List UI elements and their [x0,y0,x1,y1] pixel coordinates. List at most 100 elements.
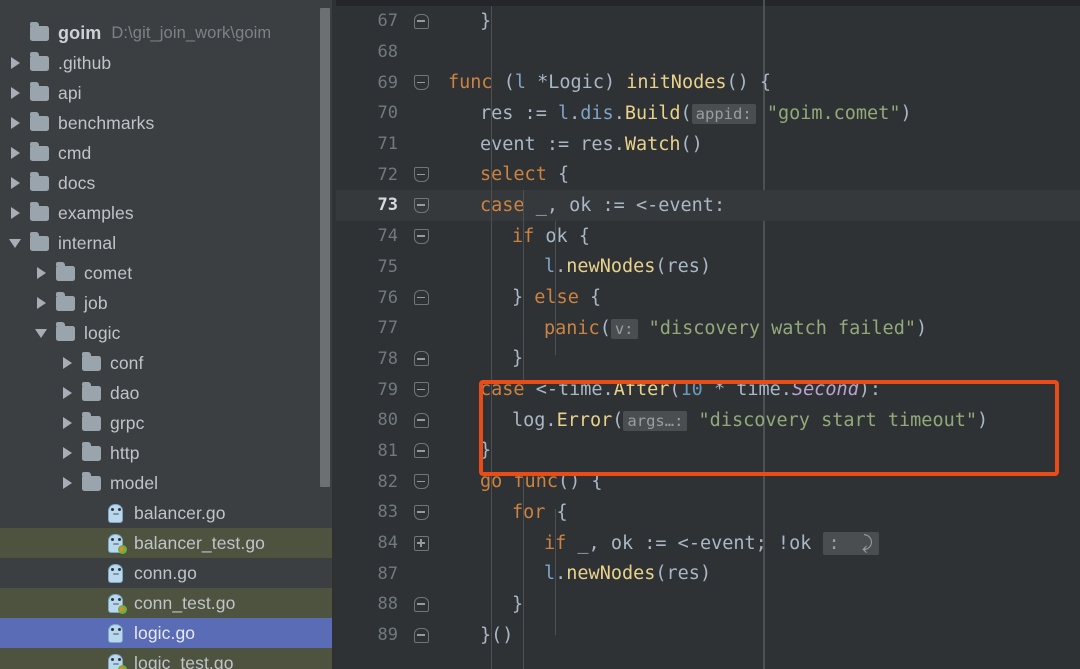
sidebar-scrollbar-thumb[interactable] [320,8,330,487]
fold-expand-icon[interactable] [402,535,440,551]
code-line[interactable]: 88} [336,589,1080,620]
tree-file-row[interactable]: conn_test.go [0,588,336,618]
tree-folder-row[interactable]: internal [0,228,336,258]
code-line[interactable]: 80 log.Error(args…: "discovery start time… [336,405,1080,436]
go-file-icon [102,503,128,523]
code-line[interactable]: 73 case _, ok := <-event: [336,190,1080,221]
tree-folder-row[interactable]: job [0,288,336,318]
fold-collapse-icon[interactable] [402,13,440,29]
code-line[interactable]: 71 event := res.Watch() [336,129,1080,160]
tree-folder-row[interactable]: dao [0,378,336,408]
code-line[interactable]: 72 select { [336,159,1080,190]
code-line[interactable]: 82 go func() { [336,466,1080,497]
chevron-right-icon[interactable] [30,267,52,279]
chevron-right-icon[interactable] [4,57,26,69]
code-line[interactable]: 79 case <-time.After(10 * time.Second): [336,374,1080,405]
sidebar-scrollbar-track[interactable] [320,0,330,669]
code-line[interactable]: 69 func (l *Logic) initNodes() { [336,67,1080,98]
line-number: 89 [377,625,398,646]
fold-collapse-icon[interactable] [402,596,440,612]
fold-collapse-icon[interactable] [402,228,440,244]
tree-folder-row[interactable]: cmd [0,138,336,168]
tree-folder-row[interactable]: examples [0,198,336,228]
tree-folder-row[interactable]: benchmarks [0,108,336,138]
code-token: res [666,256,700,278]
code-text: case <-time.After(10 * time.Second): [444,379,881,400]
tree-file-row[interactable]: logic_test.go [0,648,336,669]
chevron-right-icon[interactable] [4,207,26,219]
chevron-right-icon[interactable] [4,87,26,99]
tree-folder-row[interactable]: model [0,468,336,498]
tree-row-label: examples [58,202,134,223]
code-line[interactable]: 89}() [336,620,1080,651]
code-line[interactable]: 70 res := l.dis.Build(appid: "goim.comet"… [336,98,1080,129]
tree-file-row[interactable]: conn.go [0,558,336,588]
tree-folder-row[interactable]: comet [0,258,336,288]
fold-collapse-icon[interactable] [402,75,440,91]
tree-folder-row[interactable]: .github [0,48,336,78]
line-number: 79 [377,379,398,400]
tree-row-label: balancer.go [134,502,226,523]
tree-row-label: conf [110,352,144,373]
fold-collapse-icon[interactable] [402,412,440,428]
fold-collapse-icon[interactable] [402,351,440,367]
code-token: } [512,593,524,615]
tree-folder-row[interactable]: http [0,438,336,468]
chevron-right-icon[interactable] [4,147,26,159]
code-area[interactable]: 67} 68 69 func (l *Logic) initNodes() {70 re… [336,0,1080,650]
fold-collapse-icon[interactable] [402,627,440,643]
ide-window: goim D:\git_join_work\goim .github api bench… [0,0,1080,669]
code-line[interactable]: 76} else { [336,282,1080,313]
code-line[interactable]: 74 if ok { [336,221,1080,252]
chevron-right-icon[interactable] [4,117,26,129]
line-number: 78 [377,348,398,369]
chevron-right-icon[interactable] [56,447,78,459]
tree-folder-row[interactable]: conf [0,348,336,378]
code-line[interactable]: 77 panic(v: "discovery watch failed") [336,313,1080,344]
tree-root-goim[interactable]: goim D:\git_join_work\goim [0,18,336,48]
tree-folder-row[interactable]: grpc [0,408,336,438]
fold-collapse-icon[interactable] [402,474,440,490]
chevron-down-icon[interactable] [4,238,26,248]
project-tree[interactable]: goim D:\git_join_work\goim .github api bench… [0,0,336,669]
chevron-right-icon[interactable] [30,297,52,309]
chevron-right-icon[interactable] [56,477,78,489]
fold-placeholder-chip[interactable]: : ⤸ [822,531,880,555]
code-token: } [512,348,524,370]
tree-row-clipped [0,0,336,18]
tree-folder-row[interactable]: docs [0,168,336,198]
code-line[interactable]: 78} [336,344,1080,375]
chevron-right-icon[interactable] [4,177,26,189]
fold-collapse-icon[interactable] [402,197,440,213]
fold-collapse-icon[interactable] [402,382,440,398]
tree-folder-row[interactable]: api [0,78,336,108]
code-line[interactable]: 67} [336,6,1080,37]
tree-folder-row[interactable]: logic [0,318,336,348]
code-token: { [545,501,568,523]
tree-file-row[interactable]: balancer_test.go [0,528,336,558]
code-token: time [736,379,781,401]
chevron-right-icon[interactable] [56,357,78,369]
chevron-right-icon[interactable] [56,387,78,399]
chevron-right-icon[interactable] [56,417,78,429]
code-line[interactable]: 84 if _, ok := <-event; !ok : ⤸ [336,528,1080,559]
code-line[interactable]: 87 l.newNodes(res) [336,558,1080,589]
code-line[interactable]: 68 [336,37,1080,68]
code-token: ok [789,532,812,554]
fold-collapse-icon[interactable] [402,290,440,306]
chevron-down-icon[interactable] [30,328,52,338]
line-number: 81 [377,440,398,461]
code-line[interactable]: 75 l.newNodes(res) [336,252,1080,283]
code-line[interactable]: 81} [336,436,1080,467]
code-text: log.Error(args…: "discovery start timeou… [444,410,988,431]
fold-collapse-icon[interactable] [402,167,440,183]
fold-collapse-icon[interactable] [402,504,440,520]
code-editor[interactable]: 67} 68 69 func (l *Logic) initNodes() {70 re… [336,0,1080,669]
tree-file-row[interactable]: balancer.go [0,498,336,528]
tree-file-row[interactable]: logic.go [0,618,336,648]
code-token: event [480,133,536,155]
code-line[interactable]: 83 for { [336,497,1080,528]
project-tree-sidebar[interactable]: goim D:\git_join_work\goim .github api bench… [0,0,336,669]
fold-collapse-icon[interactable] [402,443,440,459]
code-token: : [713,194,726,216]
